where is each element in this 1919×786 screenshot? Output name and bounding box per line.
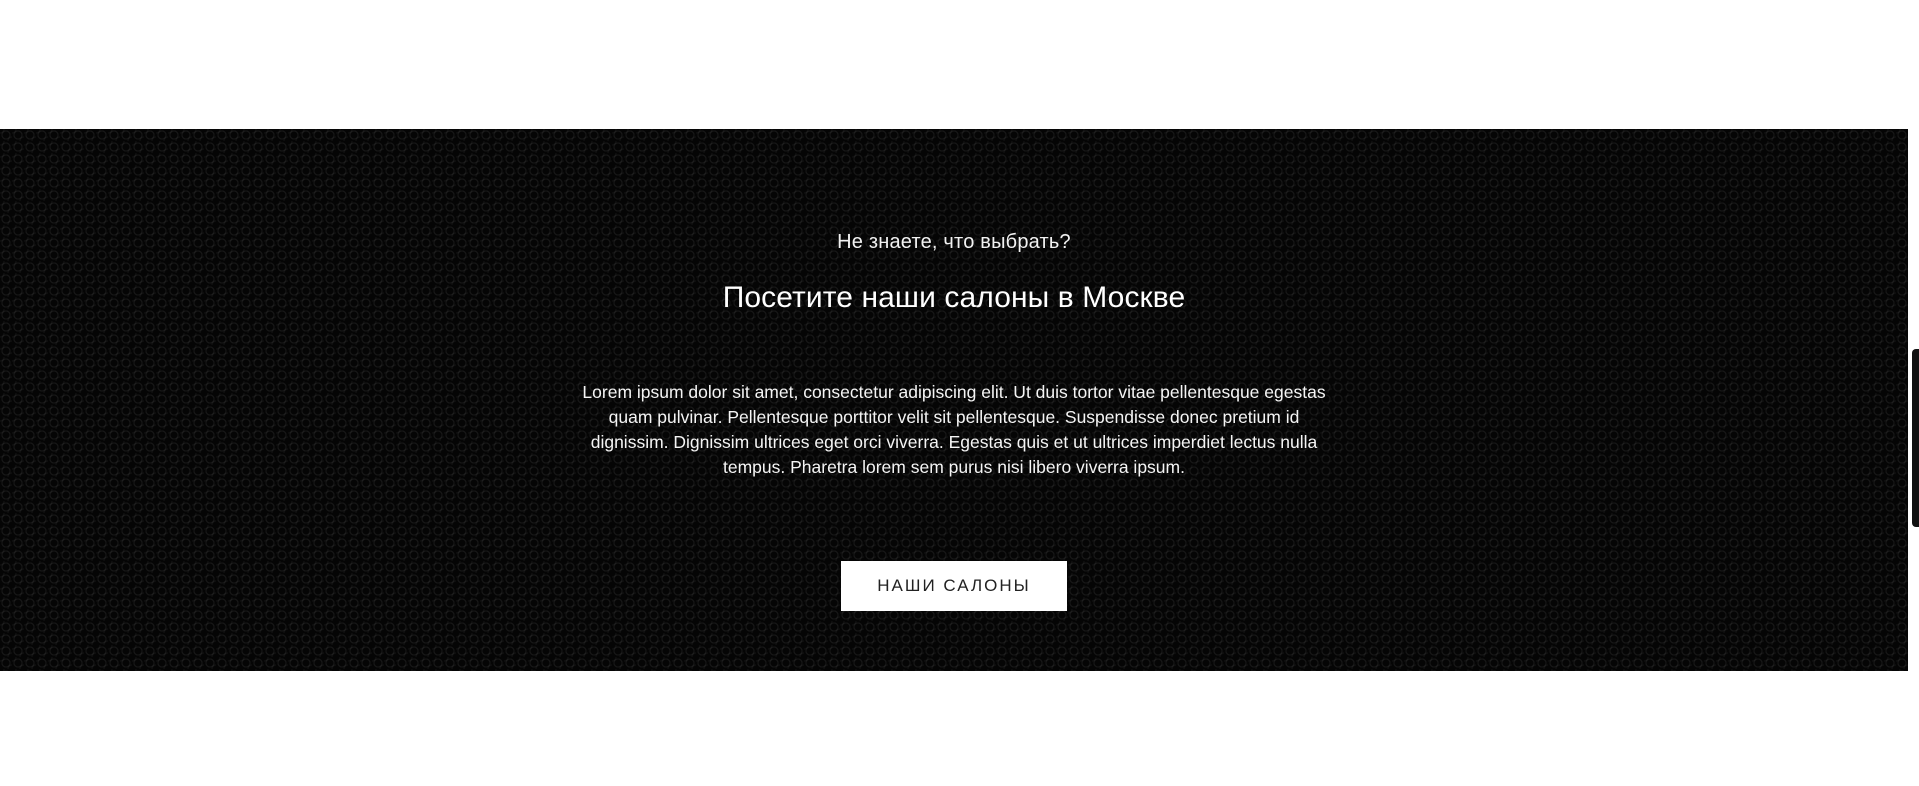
our-salons-button[interactable]: НАШИ САЛОНЫ (841, 561, 1067, 612)
banner-title: Посетите наши салоны в Москве (722, 281, 1186, 314)
salons-banner: Не знаете, что выбрать? Посетите наши са… (0, 129, 1908, 671)
banner-subtitle: Не знаете, что выбрать? (837, 231, 1071, 253)
page: Не знаете, что выбрать? Посетите наши са… (0, 0, 1919, 786)
banner-description: Lorem ipsum dolor sit amet, consectetur … (582, 381, 1326, 477)
scroll-indicator[interactable] (1912, 349, 1919, 527)
